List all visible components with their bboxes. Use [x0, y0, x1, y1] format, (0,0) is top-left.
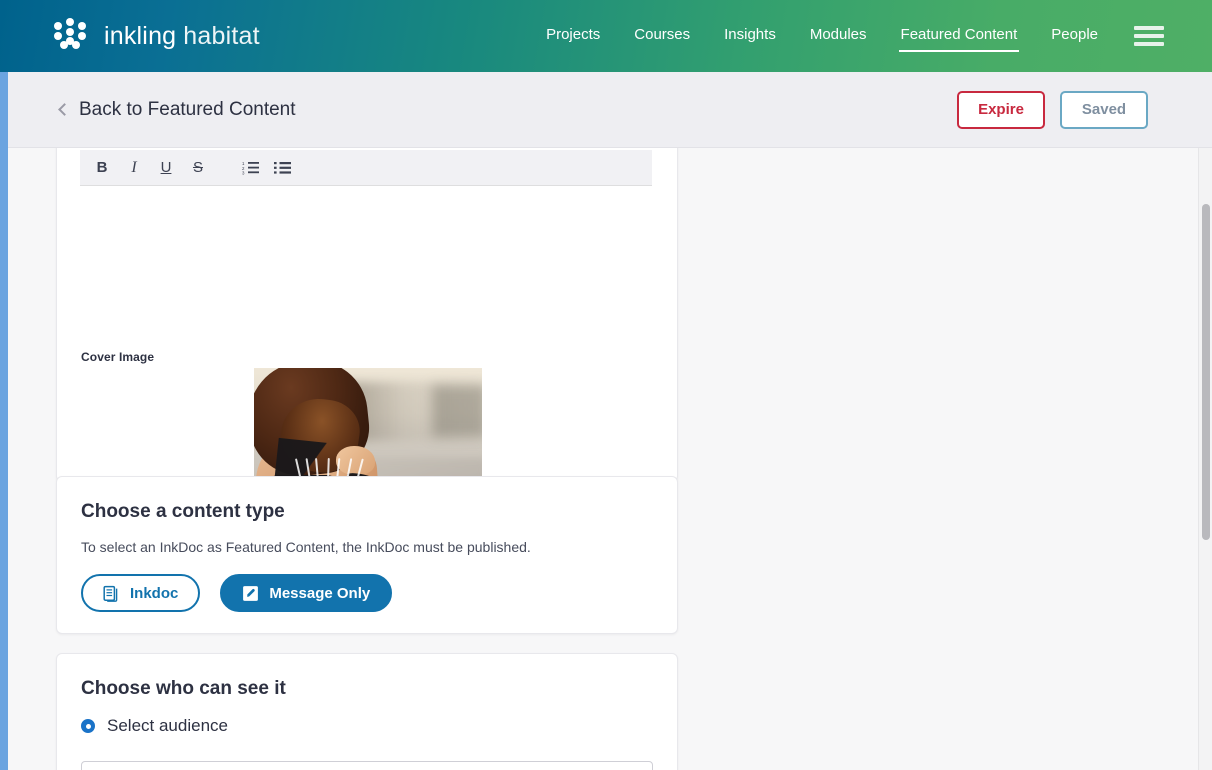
nav-item-featured-content[interactable]: Featured Content	[898, 20, 1020, 52]
audience-input[interactable]	[81, 761, 653, 770]
select-audience-radio[interactable]	[81, 719, 95, 733]
vertical-scrollbar[interactable]	[1198, 148, 1212, 770]
document-icon	[103, 585, 120, 602]
content-type-description: To select an InkDoc as Featured Content,…	[81, 539, 531, 555]
back-link-label: Back to Featured Content	[79, 98, 296, 120]
nav-item-insights[interactable]: Insights	[722, 20, 778, 52]
nav-item-modules[interactable]: Modules	[808, 20, 869, 52]
saved-button[interactable]: Saved	[1060, 90, 1148, 129]
editor-card: B I U S 1 2 3 Cover Image	[56, 148, 678, 576]
page-content: B I U S 1 2 3 Cover Image Choose a conte…	[8, 148, 1204, 770]
content-type-options: Inkdoc Message Only	[81, 574, 393, 612]
expire-button[interactable]: Expire	[957, 90, 1045, 129]
rich-text-toolbar: B I U S 1 2 3	[80, 150, 652, 186]
back-to-featured-content-link[interactable]: Back to Featured Content	[58, 98, 296, 121]
select-audience-radio-row[interactable]: Select audience	[81, 716, 228, 736]
audience-card: Choose who can see it Select audience	[56, 653, 678, 770]
svg-text:3: 3	[242, 171, 245, 175]
hamburger-icon[interactable]	[1134, 23, 1164, 49]
left-edge-strip	[0, 72, 8, 770]
audience-title: Choose who can see it	[81, 678, 286, 699]
ordered-list-button[interactable]: 1 2 3	[236, 154, 264, 182]
subheader-actions: Expire Saved	[957, 90, 1148, 129]
bold-button[interactable]: B	[88, 154, 116, 182]
brand-word-1: inkling	[104, 21, 177, 50]
nav-item-people[interactable]: People	[1049, 20, 1100, 52]
strikethrough-button[interactable]: S	[184, 154, 212, 182]
hex-dots-logo-icon	[50, 18, 90, 54]
top-navigation-bar: inkling habitat Projects Courses Insights…	[0, 0, 1212, 72]
content-type-title: Choose a content type	[81, 501, 285, 522]
nav-item-courses[interactable]: Courses	[632, 20, 692, 52]
content-type-card: Choose a content type To select an InkDo…	[56, 476, 678, 634]
content-type-option-inkdoc[interactable]: Inkdoc	[81, 574, 201, 612]
brand-logo[interactable]: inkling habitat	[50, 18, 260, 54]
brand-word-2: habitat	[183, 21, 260, 50]
page-subheader: Back to Featured Content Expire Saved	[0, 72, 1212, 148]
main-nav: Projects Courses Insights Modules Featur…	[544, 20, 1100, 52]
chevron-left-icon	[58, 102, 71, 116]
cover-image-label: Cover Image	[81, 350, 155, 364]
compose-icon	[242, 585, 259, 602]
content-type-option-message-only[interactable]: Message Only	[220, 574, 393, 612]
underline-button[interactable]: U	[152, 154, 180, 182]
unordered-list-button[interactable]	[268, 154, 296, 182]
content-type-option-message-only-label: Message Only	[269, 584, 371, 602]
select-audience-label: Select audience	[107, 716, 228, 735]
nav-item-projects[interactable]: Projects	[544, 20, 602, 52]
scrollbar-thumb[interactable]	[1202, 204, 1210, 540]
italic-button[interactable]: I	[120, 154, 148, 182]
content-type-option-inkdoc-label: Inkdoc	[130, 584, 179, 602]
brand-text: inkling habitat	[104, 22, 260, 51]
